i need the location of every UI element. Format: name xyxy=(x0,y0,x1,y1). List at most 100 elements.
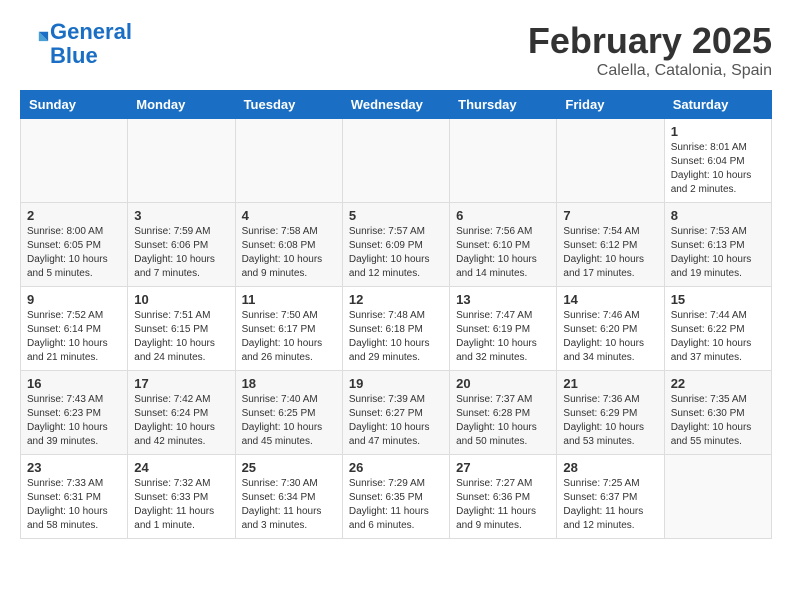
day-number: 23 xyxy=(27,460,121,475)
calendar-week-2: 2 Sunrise: 8:00 AM Sunset: 6:05 PM Daylig… xyxy=(21,203,772,287)
day-info: Sunrise: 7:52 AM Sunset: 6:14 PM Dayligh… xyxy=(27,309,121,365)
day-info: Sunrise: 7:37 AM Sunset: 6:28 PM Dayligh… xyxy=(456,393,550,449)
calendar-cell xyxy=(664,455,771,539)
calendar-cell: 17 Sunrise: 7:42 AM Sunset: 6:24 PM Dayli… xyxy=(128,371,235,455)
day-info: Sunrise: 7:39 AM Sunset: 6:27 PM Dayligh… xyxy=(349,393,443,449)
day-number: 11 xyxy=(242,292,336,307)
logo-general: General xyxy=(50,19,132,44)
day-info: Sunrise: 7:57 AM Sunset: 6:09 PM Dayligh… xyxy=(349,225,443,281)
month-title: February 2025 xyxy=(528,20,772,62)
day-info: Sunrise: 7:59 AM Sunset: 6:06 PM Dayligh… xyxy=(134,225,228,281)
day-number: 2 xyxy=(27,208,121,223)
day-info: Sunrise: 7:35 AM Sunset: 6:30 PM Dayligh… xyxy=(671,393,765,449)
weekday-header-wednesday: Wednesday xyxy=(342,91,449,119)
day-info: Sunrise: 7:56 AM Sunset: 6:10 PM Dayligh… xyxy=(456,225,550,281)
calendar-cell: 22 Sunrise: 7:35 AM Sunset: 6:30 PM Dayli… xyxy=(664,371,771,455)
day-number: 9 xyxy=(27,292,121,307)
calendar-cell: 1 Sunrise: 8:01 AM Sunset: 6:04 PM Daylig… xyxy=(664,119,771,203)
calendar-cell xyxy=(128,119,235,203)
day-number: 25 xyxy=(242,460,336,475)
day-number: 27 xyxy=(456,460,550,475)
calendar-cell: 14Sunrise: 7:46 AM Sunset: 6:20 PM Dayli… xyxy=(557,287,664,371)
calendar-cell: 21 Sunrise: 7:36 AM Sunset: 6:29 PM Dayli… xyxy=(557,371,664,455)
weekday-header-thursday: Thursday xyxy=(450,91,557,119)
day-info: Sunrise: 7:30 AM Sunset: 6:34 PM Dayligh… xyxy=(242,477,336,533)
weekday-header-saturday: Saturday xyxy=(664,91,771,119)
day-number: 14 xyxy=(563,292,657,307)
day-info: Sunrise: 7:42 AM Sunset: 6:24 PM Dayligh… xyxy=(134,393,228,449)
day-number: 13 xyxy=(456,292,550,307)
weekday-header-monday: Monday xyxy=(128,91,235,119)
calendar-cell xyxy=(557,119,664,203)
calendar-cell: 20 Sunrise: 7:37 AM Sunset: 6:28 PM Dayli… xyxy=(450,371,557,455)
day-number: 26 xyxy=(349,460,443,475)
day-info: Sunrise: 7:54 AM Sunset: 6:12 PM Dayligh… xyxy=(563,225,657,281)
calendar-cell: 28 Sunrise: 7:25 AM Sunset: 6:37 PM Dayli… xyxy=(557,455,664,539)
calendar-cell: 10 Sunrise: 7:51 AM Sunset: 6:15 PM Dayli… xyxy=(128,287,235,371)
calendar-cell xyxy=(21,119,128,203)
day-number: 3 xyxy=(134,208,228,223)
calendar-cell: 27Sunrise: 7:27 AM Sunset: 6:36 PM Dayli… xyxy=(450,455,557,539)
day-info: Sunrise: 7:40 AM Sunset: 6:25 PM Dayligh… xyxy=(242,393,336,449)
calendar-header-row: SundayMondayTuesdayWednesdayThursdayFrid… xyxy=(21,91,772,119)
day-number: 18 xyxy=(242,376,336,391)
day-number: 24 xyxy=(134,460,228,475)
weekday-header-tuesday: Tuesday xyxy=(235,91,342,119)
day-number: 28 xyxy=(563,460,657,475)
day-number: 19 xyxy=(349,376,443,391)
day-info: Sunrise: 7:48 AM Sunset: 6:18 PM Dayligh… xyxy=(349,309,443,365)
calendar-week-1: 1 Sunrise: 8:01 AM Sunset: 6:04 PM Daylig… xyxy=(21,119,772,203)
day-info: Sunrise: 7:51 AM Sunset: 6:15 PM Dayligh… xyxy=(134,309,228,365)
day-info: Sunrise: 7:47 AM Sunset: 6:19 PM Dayligh… xyxy=(456,309,550,365)
calendar-cell: 18 Sunrise: 7:40 AM Sunset: 6:25 PM Dayli… xyxy=(235,371,342,455)
title-block: February 2025 Calella, Catalonia, Spain xyxy=(528,20,772,80)
location-text: Calella, Catalonia, Spain xyxy=(528,62,772,80)
day-info: Sunrise: 7:50 AM Sunset: 6:17 PM Dayligh… xyxy=(242,309,336,365)
logo-blue: Blue xyxy=(50,43,98,68)
day-number: 21 xyxy=(563,376,657,391)
calendar-cell: 6Sunrise: 7:56 AM Sunset: 6:10 PM Daylig… xyxy=(450,203,557,287)
day-number: 8 xyxy=(671,208,765,223)
day-number: 1 xyxy=(671,124,765,139)
logo-text: General Blue xyxy=(50,20,132,68)
calendar-cell: 8 Sunrise: 7:53 AM Sunset: 6:13 PM Daylig… xyxy=(664,203,771,287)
calendar-cell: 16 Sunrise: 7:43 AM Sunset: 6:23 PM Dayli… xyxy=(21,371,128,455)
day-number: 16 xyxy=(27,376,121,391)
day-info: Sunrise: 7:32 AM Sunset: 6:33 PM Dayligh… xyxy=(134,477,228,533)
calendar-cell: 15Sunrise: 7:44 AM Sunset: 6:22 PM Dayli… xyxy=(664,287,771,371)
calendar-cell: 23 Sunrise: 7:33 AM Sunset: 6:31 PM Dayli… xyxy=(21,455,128,539)
calendar-cell: 9 Sunrise: 7:52 AM Sunset: 6:14 PM Daylig… xyxy=(21,287,128,371)
day-info: Sunrise: 7:36 AM Sunset: 6:29 PM Dayligh… xyxy=(563,393,657,449)
day-info: Sunrise: 7:53 AM Sunset: 6:13 PM Dayligh… xyxy=(671,225,765,281)
day-number: 4 xyxy=(242,208,336,223)
calendar-cell: 19 Sunrise: 7:39 AM Sunset: 6:27 PM Dayli… xyxy=(342,371,449,455)
calendar-cell: 4Sunrise: 7:58 AM Sunset: 6:08 PM Daylig… xyxy=(235,203,342,287)
day-number: 7 xyxy=(563,208,657,223)
calendar-week-4: 16 Sunrise: 7:43 AM Sunset: 6:23 PM Dayli… xyxy=(21,371,772,455)
day-info: Sunrise: 7:33 AM Sunset: 6:31 PM Dayligh… xyxy=(27,477,121,533)
calendar-cell: 5 Sunrise: 7:57 AM Sunset: 6:09 PM Daylig… xyxy=(342,203,449,287)
calendar-cell xyxy=(450,119,557,203)
day-number: 5 xyxy=(349,208,443,223)
day-info: Sunrise: 8:01 AM Sunset: 6:04 PM Dayligh… xyxy=(671,141,765,197)
calendar-cell: 12Sunrise: 7:48 AM Sunset: 6:18 PM Dayli… xyxy=(342,287,449,371)
calendar-cell: 11 Sunrise: 7:50 AM Sunset: 6:17 PM Dayli… xyxy=(235,287,342,371)
calendar-cell xyxy=(342,119,449,203)
day-number: 22 xyxy=(671,376,765,391)
day-info: Sunrise: 7:25 AM Sunset: 6:37 PM Dayligh… xyxy=(563,477,657,533)
day-info: Sunrise: 7:44 AM Sunset: 6:22 PM Dayligh… xyxy=(671,309,765,365)
day-info: Sunrise: 7:43 AM Sunset: 6:23 PM Dayligh… xyxy=(27,393,121,449)
day-number: 10 xyxy=(134,292,228,307)
calendar-cell: 26Sunrise: 7:29 AM Sunset: 6:35 PM Dayli… xyxy=(342,455,449,539)
calendar-cell xyxy=(235,119,342,203)
weekday-header-friday: Friday xyxy=(557,91,664,119)
day-number: 20 xyxy=(456,376,550,391)
day-number: 17 xyxy=(134,376,228,391)
calendar-cell: 25 Sunrise: 7:30 AM Sunset: 6:34 PM Dayli… xyxy=(235,455,342,539)
day-info: Sunrise: 8:00 AM Sunset: 6:05 PM Dayligh… xyxy=(27,225,121,281)
calendar-table: SundayMondayTuesdayWednesdayThursdayFrid… xyxy=(20,90,772,539)
calendar-cell: 7 Sunrise: 7:54 AM Sunset: 6:12 PM Daylig… xyxy=(557,203,664,287)
calendar-week-5: 23 Sunrise: 7:33 AM Sunset: 6:31 PM Dayli… xyxy=(21,455,772,539)
page-header: General Blue February 2025 Calella, Cata… xyxy=(20,20,772,80)
logo: General Blue xyxy=(20,20,132,68)
